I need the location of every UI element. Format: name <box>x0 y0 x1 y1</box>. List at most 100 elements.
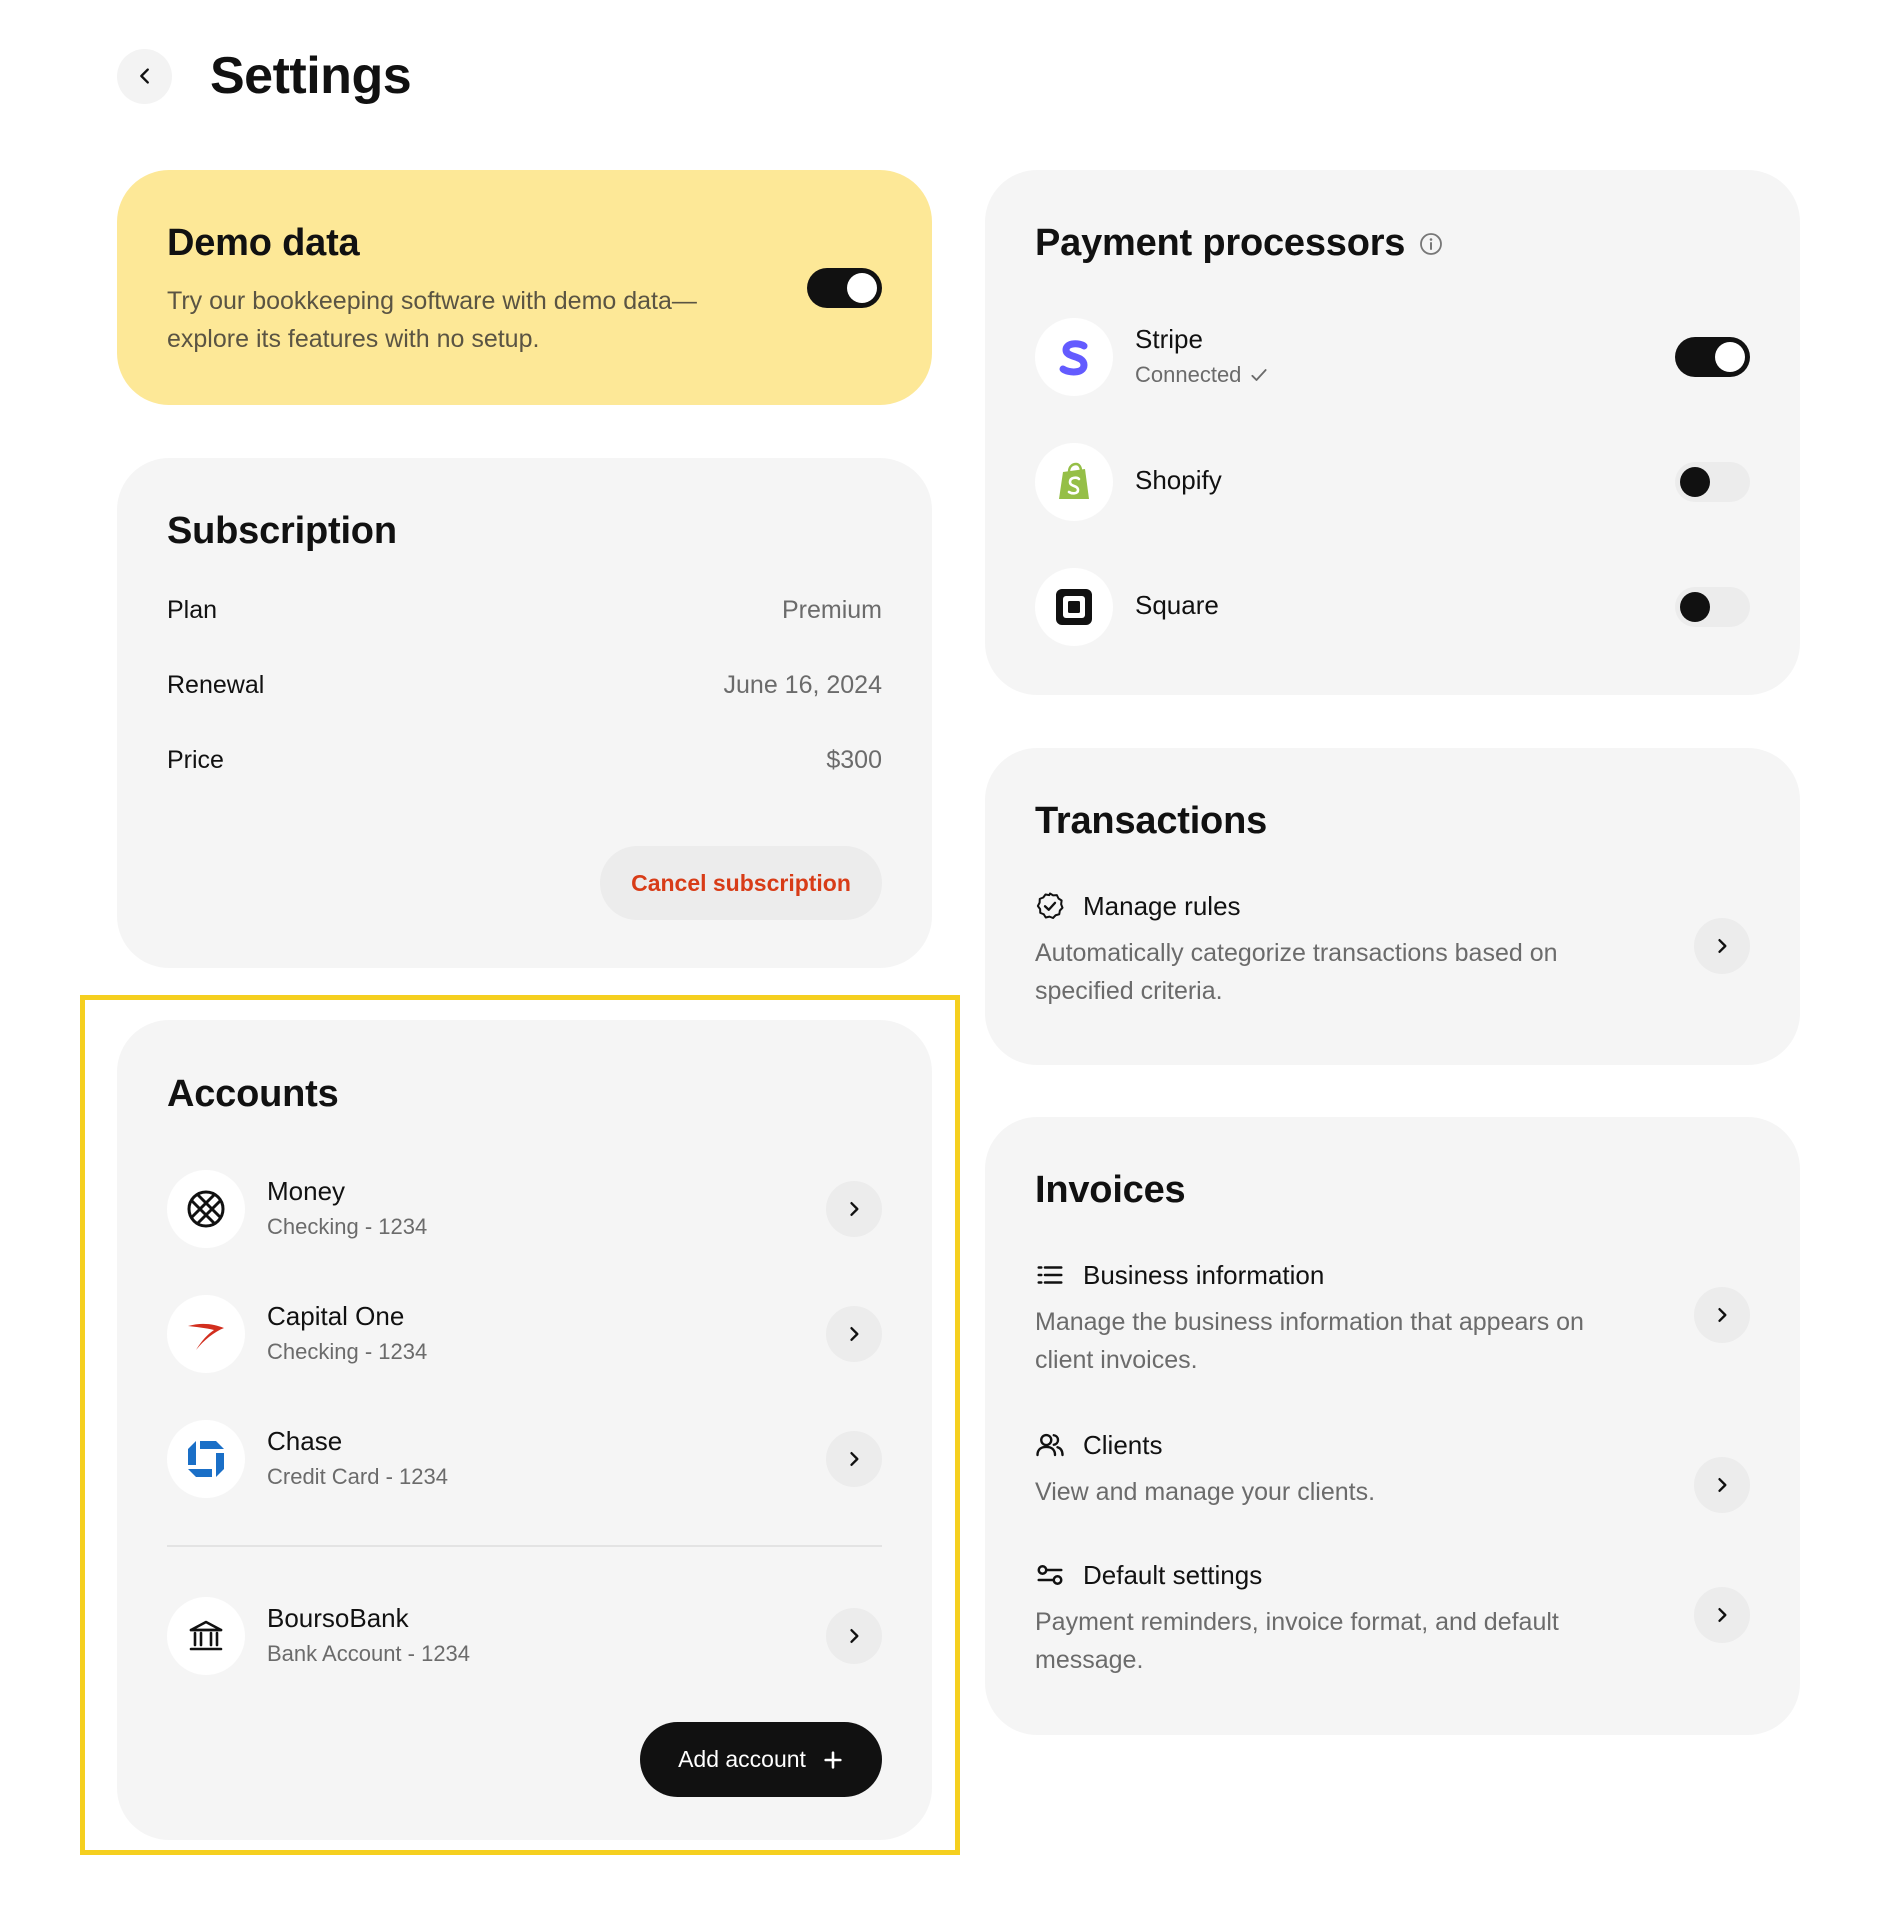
checkmark-icon <box>1251 369 1268 381</box>
shopify-toggle[interactable] <box>1675 462 1750 502</box>
subscription-card: Subscription Plan Premium Renewal June 1… <box>117 458 932 968</box>
account-name: BoursoBank <box>267 1603 409 1633</box>
square-toggle[interactable] <box>1675 587 1750 627</box>
account-row-boursobank[interactable]: BoursoBank Bank Account - 1234 <box>167 1597 882 1675</box>
add-account-button[interactable]: Add account <box>640 1722 882 1797</box>
account-open-button[interactable] <box>826 1608 882 1664</box>
business-information-open-button[interactable] <box>1694 1287 1750 1343</box>
demo-data-description: Try our bookkeeping software with demo d… <box>167 287 697 353</box>
chevron-right-icon <box>850 1327 859 1341</box>
chevron-right-icon <box>850 1202 859 1216</box>
info-icon[interactable] <box>1419 232 1443 256</box>
plan-row: Plan Premium <box>167 590 882 630</box>
payment-processors-title: Payment processors <box>1035 222 1443 265</box>
accounts-title: Accounts <box>167 1073 339 1115</box>
accounts-card: Accounts Money Checking - 1234 Capital O… <box>117 1020 932 1840</box>
chevron-left-icon <box>139 68 149 84</box>
chevron-right-icon <box>850 1629 859 1643</box>
users-icon <box>1036 1433 1064 1457</box>
account-name: Capital One <box>267 1301 405 1331</box>
manage-rules-label: Manage rules <box>1083 890 1241 921</box>
page-title: Settings <box>210 47 412 105</box>
processor-row-square: Square <box>1035 568 1750 646</box>
renewal-value: June 16, 2024 <box>723 670 882 699</box>
manage-rules-description: Automatically categorize transactions ba… <box>1035 939 1558 1005</box>
invoices-card: Invoices Business information Manage the… <box>985 1117 1800 1735</box>
account-open-button[interactable] <box>826 1306 882 1362</box>
invoices-title: Invoices <box>1035 1169 1186 1211</box>
account-name: Money <box>267 1176 346 1206</box>
processor-name: Stripe <box>1135 324 1203 354</box>
add-account-label: Add account <box>678 1746 806 1772</box>
clients-description: View and manage your clients. <box>1035 1478 1376 1506</box>
capital-one-logo-icon <box>167 1295 245 1373</box>
renewal-label: Renewal <box>167 670 265 699</box>
money-logo-icon <box>167 1170 245 1248</box>
default-settings-head: Default settings <box>1035 1557 1750 1593</box>
square-logo-icon <box>1035 568 1113 646</box>
list-icon <box>1037 1266 1063 1284</box>
chevron-right-icon <box>1718 1308 1727 1322</box>
subscription-title: Subscription <box>167 510 397 552</box>
check-circle-icon <box>1036 892 1064 919</box>
account-open-button[interactable] <box>826 1181 882 1237</box>
price-row: Price $300 <box>167 740 882 780</box>
clients-head: Clients <box>1035 1427 1750 1463</box>
transactions-title: Transactions <box>1035 800 1268 842</box>
chevron-right-icon <box>1718 1478 1727 1492</box>
default-settings-label: Default settings <box>1083 1559 1263 1590</box>
account-row-money[interactable]: Money Checking - 1234 <box>167 1170 882 1248</box>
cancel-subscription-button[interactable]: Cancel subscription <box>600 846 882 920</box>
account-detail: Checking - 1234 <box>267 1214 428 1239</box>
account-name: Chase <box>267 1426 343 1456</box>
demo-data-toggle[interactable] <box>807 268 882 308</box>
business-information-label: Business information <box>1083 1259 1325 1290</box>
business-information-description: Manage the business information that app… <box>1035 1308 1584 1374</box>
clients-open-button[interactable] <box>1694 1457 1750 1513</box>
chevron-right-icon <box>1718 1608 1727 1622</box>
account-open-button[interactable] <box>826 1431 882 1487</box>
shopify-logo-icon <box>1035 443 1113 521</box>
accounts-divider <box>167 1545 882 1547</box>
chevron-right-icon <box>1718 939 1727 953</box>
account-detail: Bank Account - 1234 <box>267 1641 471 1666</box>
account-row-chase[interactable]: Chase Credit Card - 1234 <box>167 1420 882 1498</box>
processor-status: Connected <box>1135 362 1269 388</box>
price-value: $300 <box>826 745 882 774</box>
account-detail: Checking - 1234 <box>267 1339 428 1364</box>
renewal-row: Renewal June 16, 2024 <box>167 665 882 705</box>
business-information-head: Business information <box>1035 1257 1750 1293</box>
back-button[interactable] <box>117 48 172 104</box>
payment-processors-card: Payment processors Stripe Connected Shop… <box>985 170 1800 695</box>
account-detail: Credit Card - 1234 <box>267 1464 448 1489</box>
default-settings-description: Payment reminders, invoice format, and d… <box>1035 1608 1559 1674</box>
sliders-icon <box>1037 1565 1063 1585</box>
demo-data-title: Demo data <box>167 222 360 264</box>
clients-label: Clients <box>1083 1429 1163 1460</box>
processor-name: Shopify <box>1135 465 1222 495</box>
stripe-toggle[interactable] <box>1675 337 1750 377</box>
default-settings-item[interactable]: Default settings Payment reminders, invo… <box>1035 1557 1750 1679</box>
processor-status-text: Connected <box>1135 362 1242 387</box>
clients-item[interactable]: Clients View and manage your clients. <box>1035 1427 1750 1513</box>
business-information-item[interactable]: Business information Manage the business… <box>1035 1257 1750 1379</box>
chevron-right-icon <box>850 1452 859 1466</box>
demo-data-card: Demo data Try our bookkeeping software w… <box>117 170 932 405</box>
payment-processors-title-text: Payment processors <box>1035 222 1406 264</box>
manage-rules-head: Manage rules <box>1035 888 1750 924</box>
processor-row-stripe: Stripe Connected <box>1035 318 1750 396</box>
manage-rules-item[interactable]: Manage rules Automatically categorize tr… <box>1035 888 1750 1010</box>
account-row-capital-one[interactable]: Capital One Checking - 1234 <box>167 1295 882 1373</box>
page-header: Settings <box>117 47 412 105</box>
manage-rules-open-button[interactable] <box>1694 918 1750 974</box>
processor-name: Square <box>1135 590 1219 620</box>
plan-value: Premium <box>781 595 882 624</box>
transactions-card: Transactions Manage rules Automatically … <box>985 748 1800 1065</box>
stripe-logo-icon <box>1035 318 1113 396</box>
chase-logo-icon <box>167 1420 245 1498</box>
default-settings-open-button[interactable] <box>1694 1587 1750 1643</box>
plan-label: Plan <box>167 595 218 624</box>
plus-icon <box>824 1750 842 1769</box>
bank-icon <box>167 1597 245 1675</box>
price-label: Price <box>167 745 224 774</box>
